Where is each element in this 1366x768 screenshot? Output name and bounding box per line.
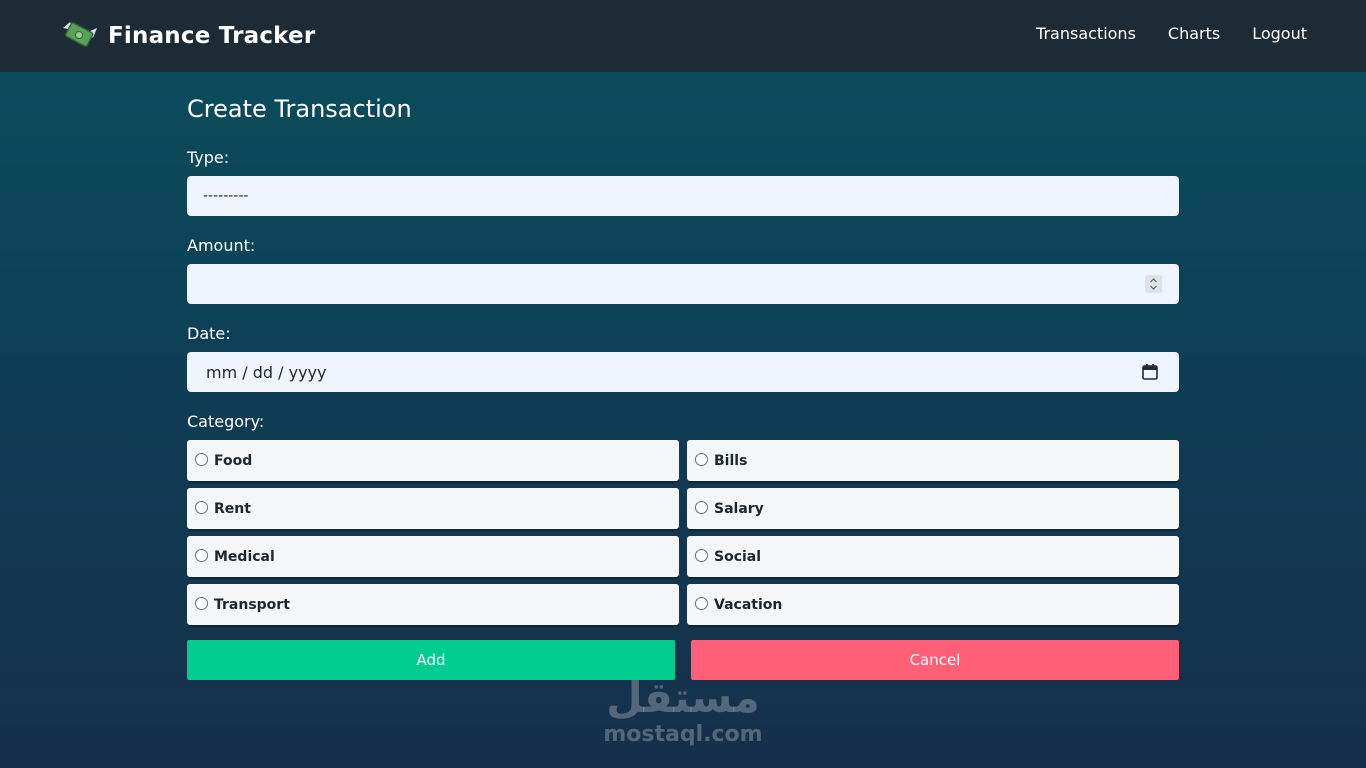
calendar-icon[interactable] — [1141, 363, 1159, 381]
create-transaction-form: Create Transaction Type: --------- Amoun… — [187, 94, 1179, 680]
category-option-bills[interactable]: Bills — [687, 440, 1179, 481]
category-label-medical: Medical — [214, 548, 275, 565]
spinner-icon[interactable] — [1145, 275, 1162, 293]
category-option-social[interactable]: Social — [687, 536, 1179, 577]
date-placeholder: mm / dd / yyyy — [206, 362, 327, 382]
money-with-wings-icon — [63, 22, 97, 47]
radio-social[interactable] — [695, 549, 708, 562]
radio-salary[interactable] — [695, 501, 708, 514]
category-label-vacation: Vacation — [714, 596, 783, 613]
amount-label: Amount: — [187, 236, 256, 255]
category-option-transport[interactable]: Transport — [187, 584, 679, 625]
watermark-latin: mostaql.com — [603, 722, 763, 747]
watermark-arabic: مستقل — [606, 673, 760, 722]
category-label-transport: Transport — [214, 596, 290, 613]
brand[interactable]: Finance Tracker — [60, 18, 315, 54]
nav-link-transactions[interactable]: Transactions — [1036, 24, 1136, 43]
category-label-food: Food — [214, 452, 253, 469]
type-select-value: --------- — [203, 188, 249, 204]
category-label-social: Social — [714, 548, 762, 565]
category-option-medical[interactable]: Medical — [187, 536, 679, 577]
category-option-vacation[interactable]: Vacation — [687, 584, 1179, 625]
nav-link-logout[interactable]: Logout — [1252, 24, 1307, 43]
radio-food[interactable] — [195, 453, 208, 466]
radio-transport[interactable] — [195, 597, 208, 610]
radio-vacation[interactable] — [695, 597, 708, 610]
navbar: Finance Tracker Transactions Charts Logo… — [0, 0, 1366, 72]
category-label-rent: Rent — [214, 500, 251, 517]
radio-medical[interactable] — [195, 549, 208, 562]
category-option-food[interactable]: Food — [187, 440, 679, 481]
nav-links: Transactions Charts Logout — [1036, 24, 1307, 43]
date-label: Date: — [187, 324, 231, 343]
nav-link-charts[interactable]: Charts — [1168, 24, 1220, 43]
brand-title: Finance Tracker — [108, 23, 316, 49]
watermark: مستقل mostaql.com — [600, 674, 766, 754]
amount-input[interactable] — [187, 264, 1179, 304]
category-label: Category: — [187, 412, 265, 431]
date-input[interactable]: mm / dd / yyyy — [187, 352, 1179, 392]
category-label-salary: Salary — [714, 500, 764, 517]
radio-bills[interactable] — [695, 453, 708, 466]
category-option-salary[interactable]: Salary — [687, 488, 1179, 529]
category-label-bills: Bills — [714, 452, 748, 469]
page-title: Create Transaction — [187, 95, 412, 123]
radio-rent[interactable] — [195, 501, 208, 514]
type-select[interactable]: --------- — [187, 176, 1179, 216]
category-option-rent[interactable]: Rent — [187, 488, 679, 529]
type-label: Type: — [187, 148, 230, 167]
